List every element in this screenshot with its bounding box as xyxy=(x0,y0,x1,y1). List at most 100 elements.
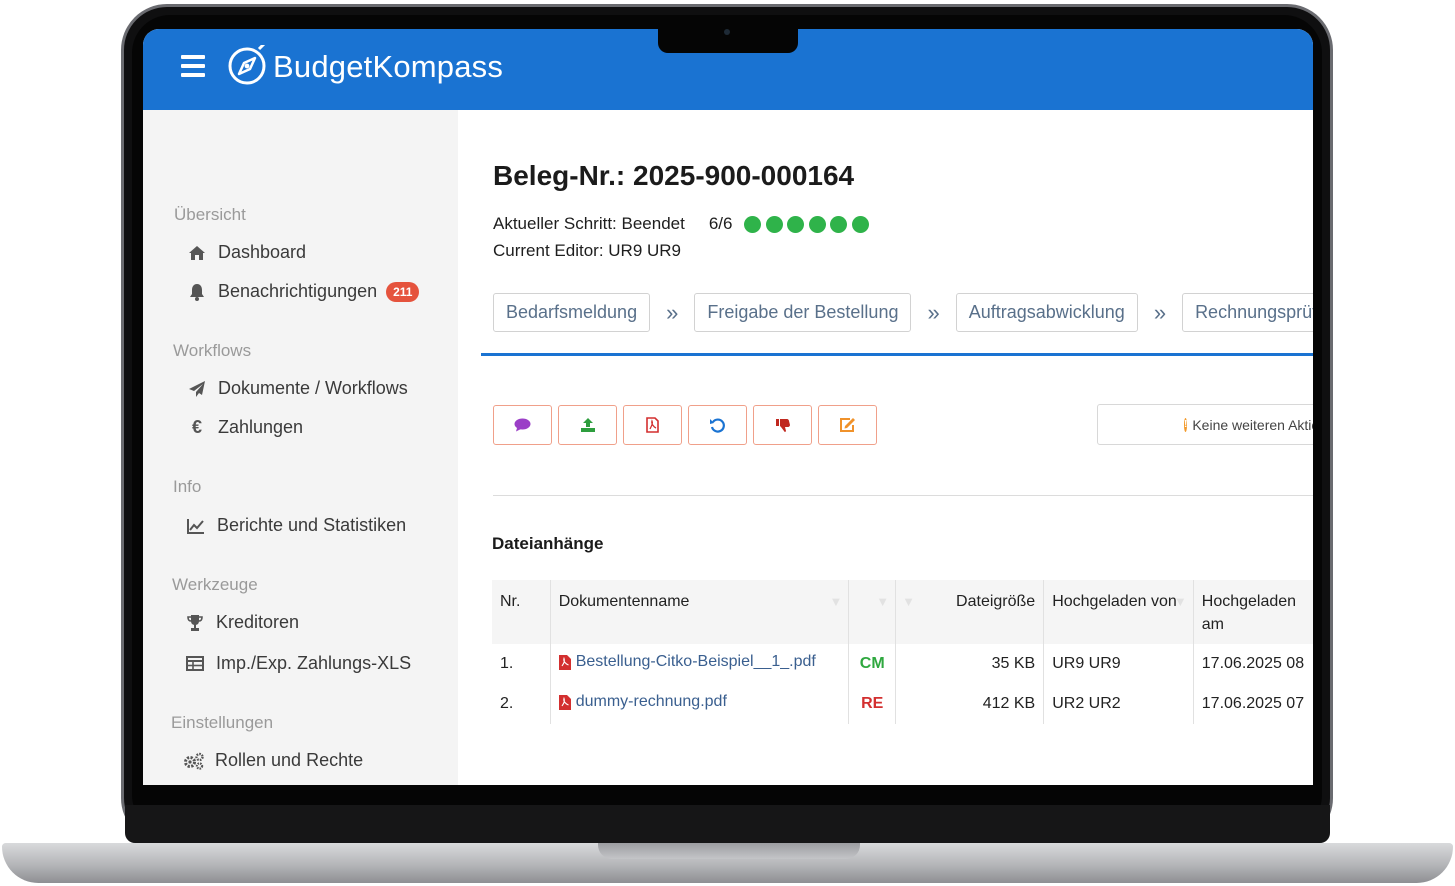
app-name[interactable]: BudgetKompass xyxy=(273,49,503,85)
column-header-hochgeladen-am[interactable]: Hochgeladen am xyxy=(1192,580,1313,644)
pdf-button[interactable] xyxy=(623,405,682,445)
camera-notch xyxy=(658,29,798,53)
edit-button[interactable] xyxy=(818,405,877,445)
workflow-separator: » xyxy=(1153,299,1167,325)
cell-nr: 2. xyxy=(500,695,514,712)
laptop-hinge xyxy=(125,805,1330,843)
cell-filesize: 412 KB xyxy=(895,684,1044,724)
sidebar-item-label: Berichte und Statistiken xyxy=(217,515,407,535)
pdf-icon xyxy=(646,417,659,433)
reject-button[interactable] xyxy=(753,405,812,445)
workflow-separator: » xyxy=(666,299,679,325)
column-header-dateigroesse[interactable]: ▼ Dateigröße xyxy=(895,580,1044,644)
comment-button[interactable] xyxy=(493,405,552,445)
nav-heading-info: Info xyxy=(173,477,202,496)
thumbs-down-icon xyxy=(775,419,790,432)
cell-nr: 1. xyxy=(500,655,514,672)
sidebar-item-label: Rollen und Rechte xyxy=(215,750,364,770)
workflow-steps: Bedarfsmeldung » Freigabe der Bestellung… xyxy=(493,293,1313,332)
sidebar-item-rollen[interactable]: Rollen und Rechte xyxy=(183,750,363,771)
sidebar: Übersicht Dashboard Benachrichtigungen 2… xyxy=(143,110,458,785)
file-link[interactable]: dummy-rechnung.pdf xyxy=(558,693,727,711)
step-count: 6/6 xyxy=(708,214,733,233)
laptop-base-notch xyxy=(598,843,860,859)
sidebar-item-label: Dashboard xyxy=(218,242,307,262)
filter-icon[interactable]: ▼ xyxy=(902,590,915,613)
undo-icon xyxy=(710,417,725,433)
screen: BudgetKompass Übersicht Dashboard Benach… xyxy=(143,29,1313,785)
workflow-step-bedarfsmeldung[interactable]: Bedarfsmeldung xyxy=(493,293,651,332)
current-editor: Current Editor: UR9 UR9 xyxy=(493,241,682,260)
column-header-dokumentenname[interactable]: Dokumentenname ▼ xyxy=(549,580,849,644)
notice-text: Keine weiteren Aktionen xyxy=(1192,416,1313,433)
workflow-step-rechnungspruefung[interactable]: Rechnungsprüfung xyxy=(1182,293,1313,332)
sidebar-item-zahlungs-xls[interactable]: Imp./Exp. Zahlungs-XLS xyxy=(184,653,411,674)
euro-icon: € xyxy=(191,417,202,437)
document-tag: CM xyxy=(848,644,896,684)
progress-dot xyxy=(808,215,826,233)
column-header-nr[interactable]: Nr. xyxy=(492,580,551,644)
table-row: 2. dummy-rechnung.pdf RE 412 KB UR2 UR2 … xyxy=(492,684,1313,724)
sidebar-item-dokumente[interactable]: Dokumente / Workflows xyxy=(186,378,408,399)
home-icon xyxy=(186,243,208,263)
cell-uploader: UR9 UR9 xyxy=(1043,644,1194,684)
line-chart-icon xyxy=(185,516,207,536)
sidebar-item-label: Benachrichtigungen xyxy=(218,281,378,301)
pdf-file-icon xyxy=(558,654,571,670)
file-link[interactable]: Bestellung-Citko-Beispiel__1_.pdf xyxy=(558,653,816,671)
nav-heading-einstellungen: Einstellungen xyxy=(171,713,274,732)
menu-toggle-icon[interactable] xyxy=(181,55,205,77)
attachments-table: Nr. Dokumentenname ▼ ▼ ▼ Dateigröße Hochge… xyxy=(492,580,1313,724)
paper-plane-icon xyxy=(186,379,208,399)
compass-logo-icon xyxy=(228,45,266,85)
workflow-separator: » xyxy=(927,299,940,325)
divider xyxy=(481,353,1313,356)
workflow-step-freigabe[interactable]: Freigabe der Bestellung xyxy=(694,293,912,332)
table-row: 1. Bestellung-Citko-Beispiel__1_.pdf CM … xyxy=(492,644,1313,684)
attachments-title: Dateianhänge xyxy=(492,534,604,553)
upload-icon xyxy=(580,418,595,432)
edit-icon xyxy=(840,418,855,432)
cell-upload-date: 17.06.2025 08 xyxy=(1192,644,1313,684)
table-icon xyxy=(184,654,206,674)
undo-button[interactable] xyxy=(688,405,747,445)
column-header-tag[interactable]: ▼ xyxy=(848,580,896,644)
pdf-file-icon xyxy=(558,694,571,710)
camera-icon xyxy=(724,29,730,35)
sidebar-item-label: Imp./Exp. Zahlungs-XLS xyxy=(216,653,412,673)
current-step-line: Aktueller Schritt: Beendet 6/6 xyxy=(493,214,873,234)
sidebar-item-zahlungen[interactable]: € Zahlungen xyxy=(186,417,303,438)
divider xyxy=(493,495,1313,496)
action-toolbar xyxy=(493,405,883,445)
cogs-icon xyxy=(183,751,205,771)
progress-dot xyxy=(765,215,783,233)
sidebar-item-label: Zahlungen xyxy=(218,417,304,437)
main-content: Beleg-Nr.: 2025-900-000164 Aktueller Sch… xyxy=(458,110,1313,785)
upload-button[interactable] xyxy=(558,405,617,445)
sidebar-item-kreditoren[interactable]: Kreditoren xyxy=(184,612,299,633)
filter-icon[interactable]: ▼ xyxy=(1174,590,1187,613)
cell-uploader: UR2 UR2 xyxy=(1043,684,1194,724)
workflow-step-auftragsabwicklung[interactable]: Auftragsabwicklung xyxy=(955,293,1138,332)
progress-dots xyxy=(744,215,873,233)
sidebar-item-berichte[interactable]: Berichte und Statistiken xyxy=(185,515,406,536)
no-actions-notice: ! Keine weiteren Aktionen xyxy=(1097,404,1313,445)
document-tag: RE xyxy=(848,684,896,724)
cell-upload-date: 17.06.2025 07 xyxy=(1192,684,1313,724)
table-header-row: Nr. Dokumentenname ▼ ▼ ▼ Dateigröße Hochge… xyxy=(492,580,1313,644)
cell-filename: Bestellung-Citko-Beispiel__1_.pdf xyxy=(549,644,849,684)
progress-dot xyxy=(787,215,805,233)
sidebar-item-benachrichtigungen[interactable]: Benachrichtigungen 211 xyxy=(186,281,420,302)
sidebar-item-label: Kreditoren xyxy=(216,612,300,632)
progress-dot xyxy=(851,215,869,233)
notification-badge: 211 xyxy=(386,281,420,302)
progress-dot xyxy=(744,215,762,233)
sidebar-item-dashboard[interactable]: Dashboard xyxy=(186,242,306,263)
column-header-hochgeladen-von[interactable]: Hochgeladen von ▼ xyxy=(1043,580,1194,644)
filter-icon[interactable]: ▼ xyxy=(829,590,842,613)
trophy-icon xyxy=(184,613,206,633)
filter-icon[interactable]: ▼ xyxy=(876,590,889,613)
progress-dot xyxy=(830,215,848,233)
nav-heading-workflows: Workflows xyxy=(173,341,252,360)
bell-icon xyxy=(186,282,208,302)
